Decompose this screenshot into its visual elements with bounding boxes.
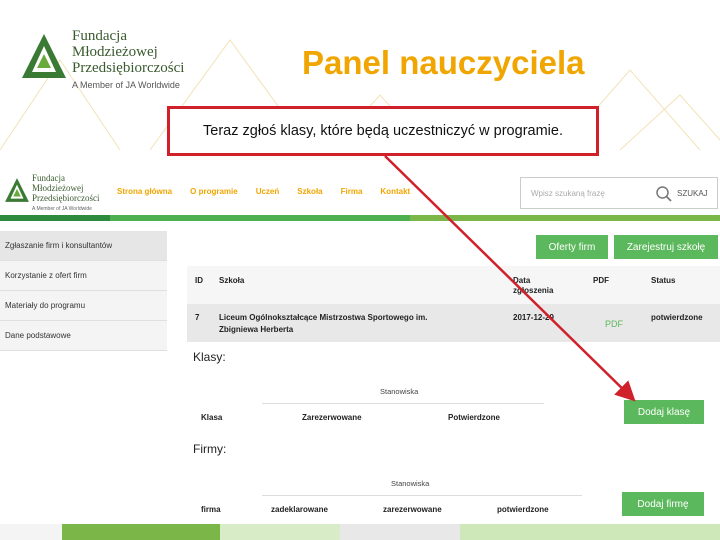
org-line-3: Przedsiębiorczości bbox=[72, 60, 185, 76]
col-szkola: Szkoła bbox=[219, 276, 245, 285]
col-pdf: PDF bbox=[593, 276, 609, 285]
klasy-divider bbox=[262, 403, 544, 404]
row-id: 7 bbox=[195, 313, 200, 322]
firmy-col-zadeklarowane: zadeklarowane bbox=[271, 505, 328, 514]
nav-o-programie[interactable]: O programie bbox=[190, 187, 238, 196]
klasy-label: Klasy: bbox=[193, 350, 226, 364]
search-icon[interactable] bbox=[655, 185, 673, 203]
sidebar-item-materialy[interactable]: Materiały do programu bbox=[0, 291, 167, 321]
firmy-group-header: Stanowiska bbox=[391, 479, 430, 488]
row-szkola-1: Liceum Ogólnokształcące Mistrzostwa Spor… bbox=[219, 313, 428, 322]
site-logo-icon bbox=[5, 178, 29, 202]
firmy-label: Firmy: bbox=[193, 442, 227, 456]
row-status: potwierdzone bbox=[651, 313, 703, 322]
row-pdf-link[interactable]: PDF bbox=[605, 319, 623, 330]
search-button[interactable]: SZUKAJ bbox=[677, 189, 708, 198]
search-box[interactable]: Wpisz szukaną frazę SZUKAJ bbox=[520, 177, 718, 209]
org-line-2: Młodzieżowej bbox=[72, 44, 158, 60]
slide-title: Panel nauczyciela bbox=[302, 44, 585, 81]
klasy-group-header: Stanowiska bbox=[380, 387, 419, 396]
callout-text: Teraz zgłoś klasy, które będą uczestnicz… bbox=[203, 123, 563, 139]
firmy-divider bbox=[262, 495, 582, 496]
sidebar: Zgłaszanie firm i konsultantów Korzystan… bbox=[0, 231, 167, 351]
instruction-callout: Teraz zgłoś klasy, które będą uczestnicz… bbox=[167, 106, 599, 156]
table-row: 7 Liceum Ogólnokształcące Mistrzostwa Sp… bbox=[187, 304, 720, 342]
member-text: A Member of JA Worldwide bbox=[72, 80, 180, 90]
site-logo-member: A Member of JA Worldwide bbox=[32, 206, 92, 212]
sidebar-item-dane[interactable]: Dane podstawowe bbox=[0, 321, 167, 351]
site-logo-line-3: Przedsiębiorczości bbox=[32, 193, 100, 203]
zarejestruj-szkole-button[interactable]: Zarejestruj szkołę bbox=[614, 235, 718, 259]
firmy-col-firma: firma bbox=[201, 505, 221, 514]
fmp-logo-icon bbox=[22, 34, 66, 78]
col-data-2: zgłoszenia bbox=[513, 286, 554, 295]
org-line-1: Fundacja bbox=[72, 28, 127, 44]
row-data: 2017-12-29 bbox=[513, 313, 554, 322]
site-logo-line-1: Fundacja bbox=[32, 173, 65, 183]
sidebar-item-korzystanie[interactable]: Korzystanie z ofert firm bbox=[0, 261, 167, 291]
embedded-screenshot: Fundacja Młodzieżowej Przedsiębiorczości… bbox=[0, 165, 720, 525]
nav-szkola[interactable]: Szkoła bbox=[297, 187, 322, 196]
row-szkola-2: Zbigniewa Herberta bbox=[219, 325, 294, 334]
header-color-bar bbox=[0, 215, 720, 221]
oferty-firm-button[interactable]: Oferty firm bbox=[536, 235, 608, 259]
site-logo-line-2: Młodzieżowej bbox=[32, 183, 84, 193]
site-logo[interactable]: Fundacja Młodzieżowej Przedsiębiorczości… bbox=[4, 173, 104, 217]
col-data-1: Data bbox=[513, 276, 531, 285]
slide-logo: Fundacja Młodzieżowej Przedsiębiorczości… bbox=[20, 28, 195, 98]
nav-kontakt[interactable]: Kontakt bbox=[380, 187, 410, 196]
nav-uczen[interactable]: Uczeń bbox=[256, 187, 280, 196]
site-header: Fundacja Młodzieżowej Przedsiębiorczości… bbox=[0, 165, 720, 221]
school-table-header: ID Szkoła Data zgłoszenia PDF Status bbox=[187, 266, 720, 304]
klasy-col-klasa: Klasa bbox=[201, 413, 223, 422]
search-input[interactable]: Wpisz szukaną frazę bbox=[531, 189, 605, 198]
bottom-color-strip bbox=[0, 524, 720, 540]
dodaj-klase-button[interactable]: Dodaj klasę bbox=[624, 400, 704, 424]
col-id: ID bbox=[195, 276, 203, 285]
main-nav: Strona główna O programie Uczeń Szkoła F… bbox=[117, 187, 428, 196]
dodaj-firme-button[interactable]: Dodaj firmę bbox=[622, 492, 704, 516]
firmy-col-potwierdzone: potwierdzone bbox=[497, 505, 549, 514]
klasy-col-potwierdzone: Potwierdzone bbox=[448, 413, 501, 422]
slide-logo-text: Fundacja Młodzieżowej Przedsiębiorczości bbox=[72, 28, 184, 76]
nav-strona-glowna[interactable]: Strona główna bbox=[117, 187, 172, 196]
sidebar-item-zglaszanie[interactable]: Zgłaszanie firm i konsultantów bbox=[0, 231, 167, 261]
nav-firma[interactable]: Firma bbox=[341, 187, 363, 196]
firmy-col-zarezerwowane: zarezerwowane bbox=[383, 505, 442, 514]
klasy-col-zarezerwowane: Zarezerwowane bbox=[302, 413, 362, 422]
col-status: Status bbox=[651, 276, 676, 285]
